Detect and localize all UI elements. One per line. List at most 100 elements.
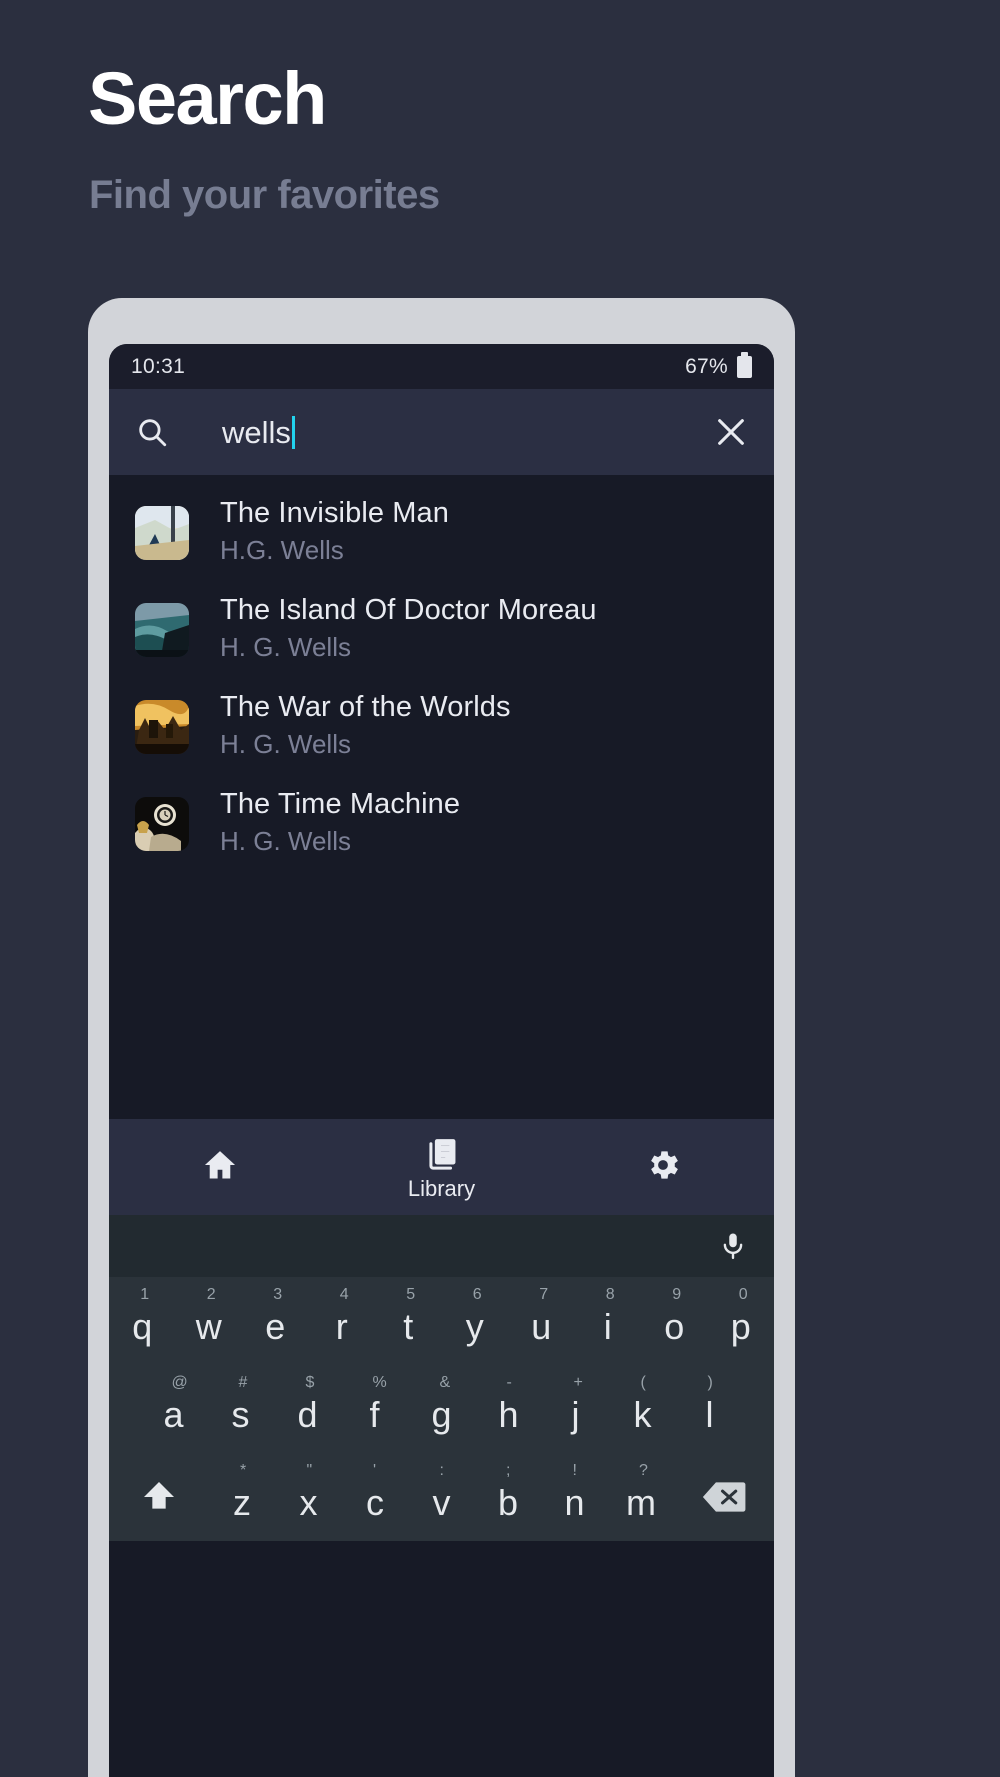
search-icon[interactable] — [135, 415, 169, 449]
home-icon[interactable] — [201, 1146, 239, 1184]
key-label: g — [431, 1394, 452, 1435]
key-label: s — [231, 1394, 250, 1435]
book-title: The Invisible Man — [220, 497, 449, 530]
close-icon[interactable] — [714, 415, 748, 449]
keyboard-row-2: @ a # s $ d % f & g -h + j (k ) l — [109, 1365, 774, 1453]
key-label: i — [603, 1306, 612, 1347]
key-k[interactable]: (k — [609, 1365, 676, 1453]
keyboard-row-1: 1q 2w 3e 4r 5t 6y 7u 8i 9o 0p — [109, 1277, 774, 1365]
phone-frame: 10:31 67% wells The Invisible Man H.G. W… — [88, 298, 795, 1777]
key-label: u — [531, 1306, 552, 1347]
key-m[interactable]: ? m — [608, 1453, 675, 1541]
list-item[interactable]: The Invisible Man H.G. Wells — [109, 484, 774, 581]
key-h[interactable]: -h — [475, 1365, 542, 1453]
key-b[interactable]: ; b — [475, 1453, 542, 1541]
search-results-list: The Invisible Man H.G. Wells The Island … — [109, 475, 774, 1119]
key-alt-label: 5 — [406, 1286, 416, 1303]
backspace-icon[interactable] — [702, 1480, 746, 1514]
key-j[interactable]: + j — [542, 1365, 609, 1453]
nav-item-library[interactable]: Library — [331, 1135, 553, 1200]
backspace-key[interactable] — [674, 1453, 774, 1541]
key-v[interactable]: :v — [408, 1453, 475, 1541]
key-alt-label: & — [439, 1374, 451, 1391]
key-label: e — [265, 1306, 286, 1347]
key-x[interactable]: " x — [275, 1453, 342, 1541]
suggestion-slot[interactable] — [109, 1215, 331, 1277]
key-i[interactable]: 8i — [575, 1277, 642, 1365]
shift-icon[interactable] — [139, 1477, 179, 1517]
keyboard-row-3: * z " x ' c :v ; b ! n ? m — [109, 1453, 774, 1541]
nav-item-library-label: Library — [407, 1175, 476, 1201]
book-cover-time-machine — [135, 796, 189, 851]
key-label: k — [633, 1394, 652, 1435]
key-t[interactable]: 5t — [375, 1277, 442, 1365]
book-author: H. G. Wells — [220, 825, 351, 856]
shift-key[interactable] — [109, 1453, 209, 1541]
book-cover-war-of-the-worlds — [135, 699, 189, 754]
battery-full-icon — [737, 351, 752, 378]
key-alt-label: 6 — [472, 1286, 482, 1303]
key-q[interactable]: 1q — [109, 1277, 176, 1365]
bottom-navigation: Library — [109, 1119, 774, 1215]
book-author: H. G. Wells — [220, 728, 351, 759]
gear-icon[interactable] — [644, 1146, 682, 1184]
search-input-value: wells — [222, 414, 291, 450]
list-item[interactable]: The War of the Worlds H. G. Wells — [109, 678, 774, 775]
key-l[interactable]: ) l — [676, 1365, 743, 1453]
list-item-text: The Invisible Man H.G. Wells — [220, 497, 449, 567]
nav-item-settings[interactable] — [552, 1146, 774, 1189]
book-title: The Island Of Doctor Moreau — [220, 594, 597, 627]
key-alt-label: ? — [639, 1462, 648, 1479]
key-w[interactable]: 2w — [176, 1277, 243, 1365]
key-label: r — [335, 1306, 348, 1347]
key-label: n — [564, 1482, 585, 1523]
key-alt-label: 0 — [738, 1286, 748, 1303]
key-z[interactable]: * z — [209, 1453, 276, 1541]
nav-item-home[interactable] — [109, 1146, 331, 1189]
key-e[interactable]: 3e — [242, 1277, 309, 1365]
key-label: v — [432, 1482, 451, 1523]
on-screen-keyboard: 1q 2w 3e 4r 5t 6y 7u 8i 9o 0p @ a # s $ d %… — [109, 1215, 774, 1541]
search-bar[interactable]: wells — [109, 389, 774, 475]
key-alt-label: + — [573, 1374, 583, 1391]
suggestion-slot[interactable] — [331, 1215, 553, 1277]
key-label: p — [730, 1306, 751, 1347]
microphone-icon[interactable] — [718, 1231, 748, 1261]
key-alt-label: 9 — [672, 1286, 682, 1303]
key-f[interactable]: % f — [341, 1365, 408, 1453]
key-label: q — [132, 1306, 153, 1347]
key-c[interactable]: ' c — [342, 1453, 409, 1541]
suggestion-strip — [109, 1215, 774, 1277]
key-a[interactable]: @ a — [140, 1365, 207, 1453]
book-cover-invisible-man — [135, 505, 189, 560]
page-subtitle: Find your favorites — [89, 173, 440, 217]
list-item-text: The Time Machine H. G. Wells — [220, 788, 460, 858]
key-label: x — [299, 1482, 318, 1523]
key-alt-label: ! — [572, 1462, 577, 1479]
key-p[interactable]: 0p — [708, 1277, 775, 1365]
key-alt-label: ( — [640, 1374, 646, 1391]
phone-screen: 10:31 67% wells The Invisible Man H.G. W… — [109, 344, 774, 1777]
key-r[interactable]: 4r — [309, 1277, 376, 1365]
key-u[interactable]: 7u — [508, 1277, 575, 1365]
key-y[interactable]: 6y — [442, 1277, 509, 1365]
key-o[interactable]: 9o — [641, 1277, 708, 1365]
key-label: t — [403, 1306, 414, 1347]
status-bar: 10:31 67% — [109, 344, 774, 389]
key-alt-label: ' — [373, 1462, 377, 1479]
key-label: b — [497, 1482, 519, 1523]
list-item-text: The War of the Worlds H. G. Wells — [220, 691, 511, 761]
list-item[interactable]: The Time Machine H. G. Wells — [109, 775, 774, 872]
list-item[interactable]: The Island Of Doctor Moreau H. G. Wells — [109, 581, 774, 678]
key-n[interactable]: ! n — [541, 1453, 608, 1541]
key-g[interactable]: & g — [408, 1365, 475, 1453]
key-alt-label: # — [238, 1374, 248, 1391]
key-s[interactable]: # s — [207, 1365, 274, 1453]
key-label: f — [369, 1394, 380, 1435]
key-d[interactable]: $ d — [274, 1365, 341, 1453]
book-author: H. G. Wells — [220, 631, 351, 662]
library-icon[interactable] — [423, 1135, 461, 1173]
search-input[interactable]: wells — [222, 414, 714, 450]
key-label: h — [498, 1394, 519, 1435]
battery-percent: 67% — [685, 354, 728, 378]
